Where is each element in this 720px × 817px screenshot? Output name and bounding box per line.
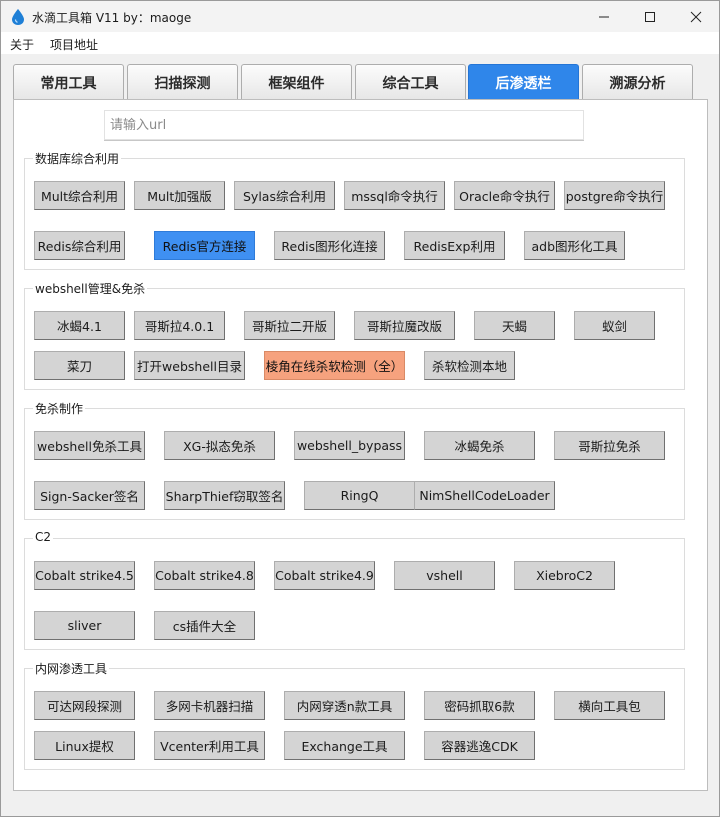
tool-button[interactable]: NimShellCodeLoader xyxy=(414,481,555,510)
tool-button[interactable]: Mult综合利用 xyxy=(34,181,125,210)
tab-common-tools[interactable]: 常用工具 xyxy=(13,64,124,100)
water-drop-icon xyxy=(11,9,25,25)
menu-bar: 关于 项目地址 xyxy=(1,32,719,54)
tool-button[interactable]: 内网穿透n款工具 xyxy=(284,691,405,720)
tool-button[interactable]: 菜刀 xyxy=(34,351,125,380)
tool-button[interactable]: 打开webshell目录 xyxy=(134,351,245,380)
group-anti-virus: 免杀制作 webshell免杀工具 XG-拟态免杀 webshell_bypas… xyxy=(24,400,685,520)
tool-button[interactable]: Exchange工具 xyxy=(284,731,405,760)
menu-about[interactable]: 关于 xyxy=(10,36,34,53)
tab-bar: 常用工具 扫描探测 框架组件 综合工具 后渗透栏 溯源分析 xyxy=(1,54,719,100)
tool-button[interactable]: Vcenter利用工具 xyxy=(154,731,265,760)
tool-button[interactable]: SharpThief窃取签名 xyxy=(164,481,285,510)
tool-button[interactable]: postgre命令执行 xyxy=(564,181,665,210)
tool-button[interactable]: Cobalt strike4.9 xyxy=(274,561,375,590)
window-title: 水滴工具箱 V11 by：maoge xyxy=(32,11,192,25)
tool-button-highlighted[interactable]: 棱角在线杀软检测（全） xyxy=(264,351,405,380)
tool-button[interactable]: 杀软检测本地 xyxy=(424,351,515,380)
tool-button[interactable]: 冰蝎4.1 xyxy=(34,311,125,340)
tool-button[interactable]: 冰蝎免杀 xyxy=(424,431,535,460)
group-title: 免杀制作 xyxy=(33,400,86,417)
maximize-icon xyxy=(645,11,655,22)
tab-scan-detect[interactable]: 扫描探测 xyxy=(127,64,238,100)
tool-button[interactable]: 横向工具包 xyxy=(554,691,665,720)
tool-button[interactable]: 哥斯拉二开版 xyxy=(244,311,335,340)
tab-framework[interactable]: 框架组件 xyxy=(241,64,352,100)
tab-post-exploitation[interactable]: 后渗透栏 xyxy=(468,64,579,100)
tool-button[interactable]: Mult加强版 xyxy=(134,181,225,210)
tool-button[interactable]: RingQ xyxy=(304,481,415,510)
tool-button[interactable]: Cobalt strike4.8 xyxy=(154,561,255,590)
group-intranet: 内网渗透工具 可达网段探测 多网卡机器扫描 内网穿透n款工具 密码抓取6款 横向… xyxy=(24,660,685,770)
tool-button[interactable]: 容器逃逸CDK xyxy=(424,731,535,760)
group-database: 数据库综合利用 Mult综合利用 Mult加强版 Sylas综合利用 mssql… xyxy=(24,150,685,270)
tab-content-panel: 数据库综合利用 Mult综合利用 Mult加强版 Sylas综合利用 mssql… xyxy=(13,99,708,791)
group-c2: C2 Cobalt strike4.5 Cobalt strike4.8 Cob… xyxy=(24,530,685,650)
tool-button[interactable]: 哥斯拉免杀 xyxy=(554,431,665,460)
tool-button[interactable]: Linux提权 xyxy=(34,731,135,760)
tool-button[interactable]: webshell_bypass xyxy=(294,431,405,460)
tab-trace-analysis[interactable]: 溯源分析 xyxy=(582,64,693,100)
tool-button[interactable]: 多网卡机器扫描 xyxy=(154,691,265,720)
group-title: webshell管理&免杀 xyxy=(33,280,148,297)
group-title: 内网渗透工具 xyxy=(33,660,110,677)
maximize-button[interactable] xyxy=(627,1,673,32)
close-icon xyxy=(690,11,702,22)
tool-button[interactable]: 蚁剑 xyxy=(574,311,655,340)
tool-button[interactable]: 可达网段探测 xyxy=(34,691,135,720)
app-window: 水滴工具箱 V11 by：maoge 关于 项目地址 常用工具 扫描探测 框架组… xyxy=(0,0,720,817)
tool-button[interactable]: adb图形化工具 xyxy=(524,231,625,260)
tool-button[interactable]: Sign-Sacker签名 xyxy=(34,481,145,510)
group-title: C2 xyxy=(33,530,54,544)
tool-button[interactable]: Sylas综合利用 xyxy=(234,181,335,210)
tool-button[interactable]: XG-拟态免杀 xyxy=(164,431,275,460)
close-button[interactable] xyxy=(673,1,719,32)
tool-button[interactable]: 天蝎 xyxy=(474,311,555,340)
menu-project-url[interactable]: 项目地址 xyxy=(50,36,98,53)
minimize-icon xyxy=(599,16,609,17)
group-webshell: webshell管理&免杀 冰蝎4.1 哥斯拉4.0.1 哥斯拉二开版 哥斯拉魔… xyxy=(24,280,685,390)
tool-button[interactable]: 哥斯拉魔改版 xyxy=(354,311,455,340)
tool-button[interactable]: RedisExp利用 xyxy=(404,231,505,260)
tool-button[interactable]: Cobalt strike4.5 xyxy=(34,561,135,590)
tool-button[interactable]: Redis图形化连接 xyxy=(274,231,385,260)
group-title: 数据库综合利用 xyxy=(33,150,122,167)
tool-button-highlighted[interactable]: Redis官方连接 xyxy=(154,231,255,260)
tool-button[interactable]: mssql命令执行 xyxy=(344,181,445,210)
minimize-button[interactable] xyxy=(581,1,627,32)
tool-button[interactable]: vshell xyxy=(394,561,495,590)
tool-button[interactable]: 密码抓取6款 xyxy=(424,691,535,720)
tool-button[interactable]: cs插件大全 xyxy=(154,611,255,640)
url-input[interactable] xyxy=(104,110,584,141)
tool-button[interactable]: sliver xyxy=(34,611,135,640)
tool-button[interactable]: webshell免杀工具 xyxy=(34,431,145,460)
tool-button[interactable]: Oracle命令执行 xyxy=(454,181,555,210)
tab-general-tools[interactable]: 综合工具 xyxy=(355,64,466,100)
tool-button[interactable]: Redis综合利用 xyxy=(34,231,125,260)
tool-button[interactable]: 哥斯拉4.0.1 xyxy=(134,311,225,340)
tool-button[interactable]: XiebroC2 xyxy=(514,561,615,590)
title-bar: 水滴工具箱 V11 by：maoge xyxy=(1,1,719,32)
